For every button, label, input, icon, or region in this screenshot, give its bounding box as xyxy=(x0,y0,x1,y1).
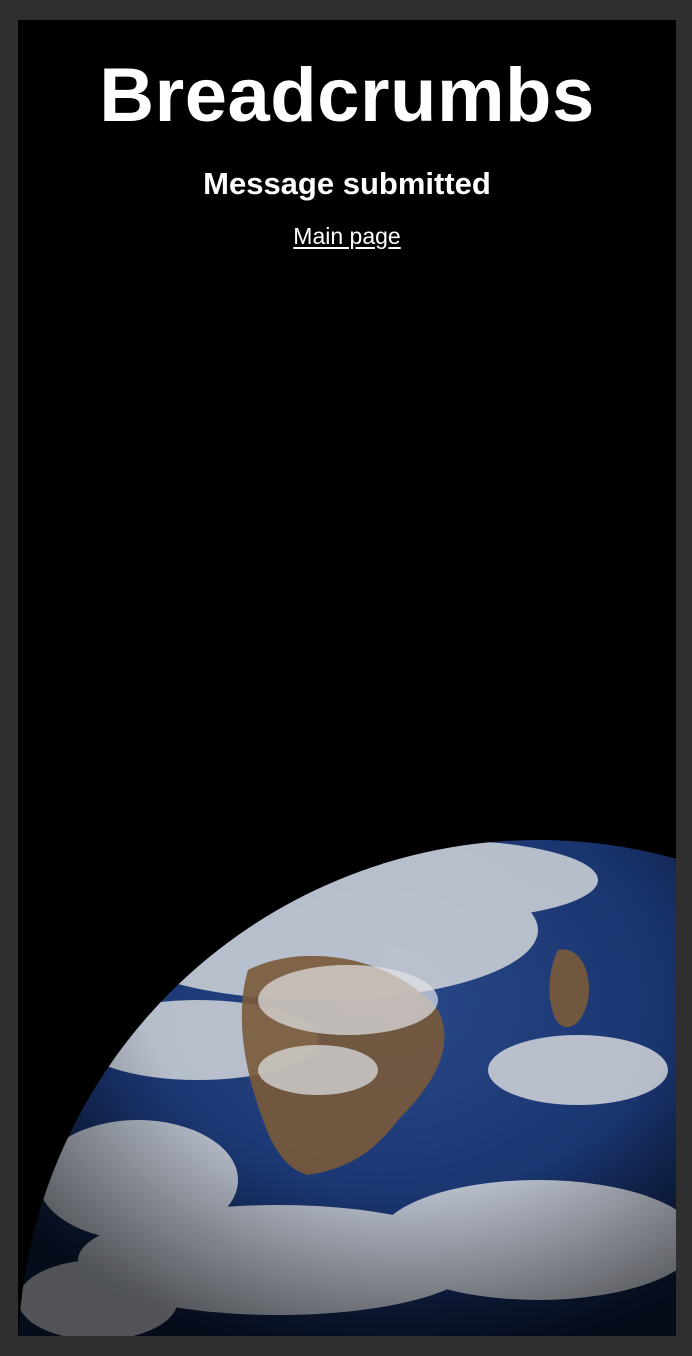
page-frame: Breadcrumbs Message submitted Main page xyxy=(18,20,676,1336)
status-message: Message submitted xyxy=(203,166,491,201)
main-page-link-wrapper: Main page xyxy=(18,225,676,248)
main-page-link[interactable]: Main page xyxy=(293,223,400,249)
site-title: Breadcrumbs xyxy=(99,53,595,138)
earth-image xyxy=(18,840,676,1336)
